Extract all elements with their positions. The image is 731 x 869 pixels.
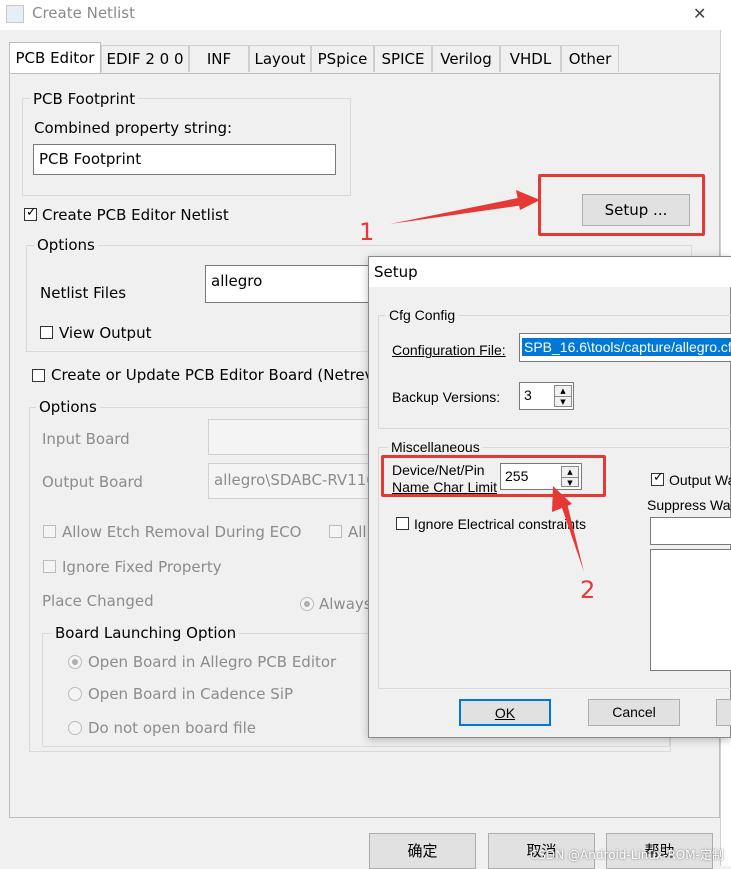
arrow-1-head [516,190,540,210]
arrow-1 [390,196,531,224]
annotation-arrows [390,190,584,572]
arrow-2-head [552,486,572,512]
annotation-number-2: 2 [580,576,596,604]
arrow-2 [560,499,584,572]
